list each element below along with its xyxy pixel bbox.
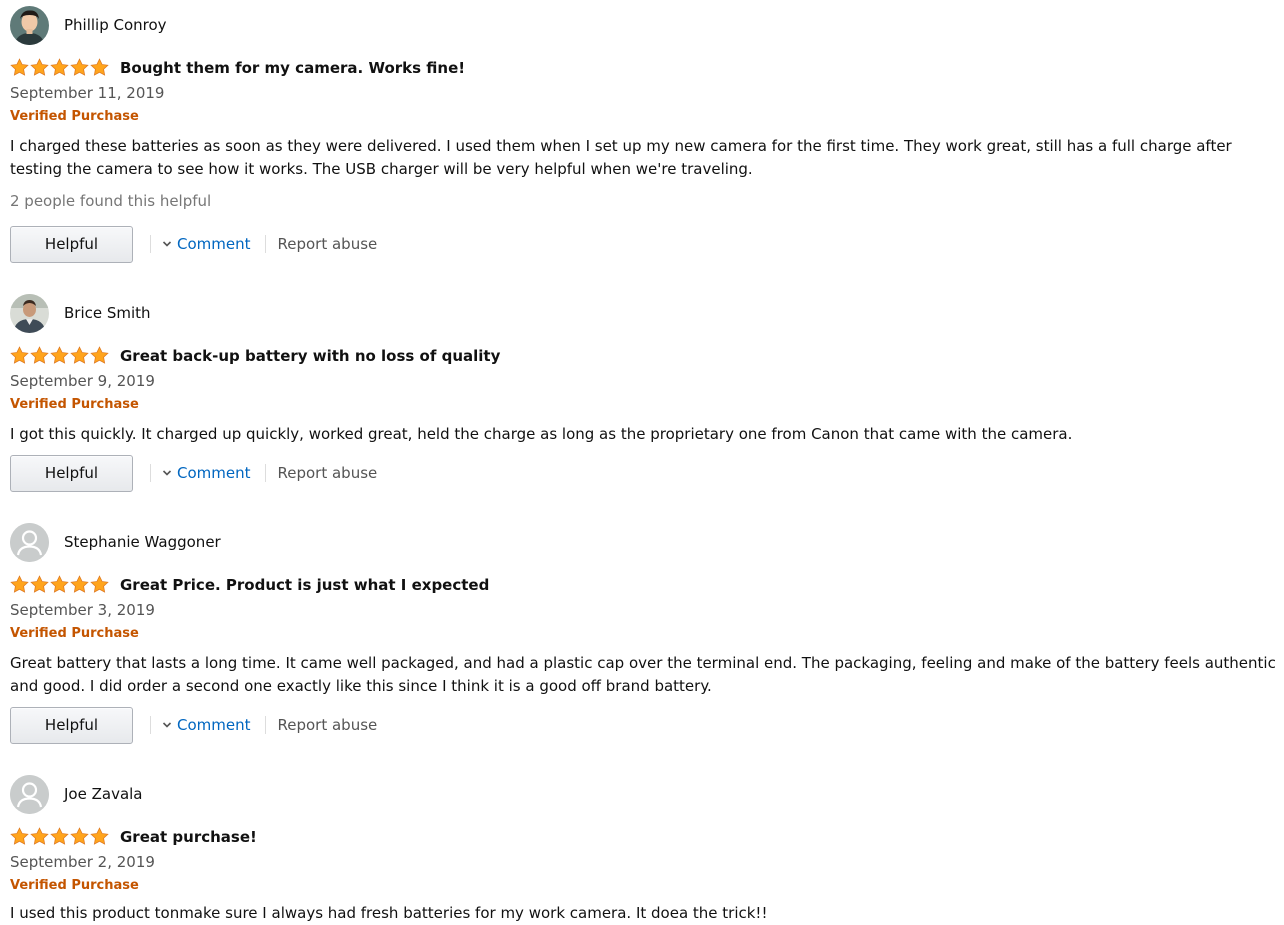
star-icon [90,58,109,76]
star-rating[interactable] [10,58,109,78]
star-icon [30,346,49,364]
report-abuse-link[interactable]: Report abuse [278,716,378,734]
comment-link[interactable]: Comment [162,464,251,482]
star-rating[interactable] [10,346,109,366]
star-icon [70,346,89,364]
chevron-down-icon [162,722,172,728]
profile[interactable]: Phillip Conroy [10,5,167,45]
avatar[interactable] [10,293,49,333]
review-title[interactable]: Great purchase! [120,828,257,846]
comment-link[interactable]: Comment [162,235,251,253]
comment-link[interactable]: Comment [162,716,251,734]
helpful-count: 2 people found this helpful [10,192,212,210]
review-actions: Helpful Comment Report abuse [10,453,377,493]
user-photo-icon [10,293,49,333]
star-icon [70,58,89,76]
helpful-button[interactable]: Helpful [10,225,133,263]
divider [150,235,151,253]
profile-name[interactable]: Brice Smith [64,304,151,322]
star-icon [70,575,89,593]
verified-purchase-badge[interactable]: Verified Purchase [10,626,139,641]
helpful-button[interactable]: Helpful [10,706,133,744]
review-actions: Helpful Comment Report abuse [10,224,377,264]
review-body: I got this quickly. It charged up quickl… [10,425,1073,443]
review-title-row: Bought them for my camera. Works fine! [10,57,465,79]
comment-label: Comment [177,235,251,253]
review-date: September 11, 2019 [10,84,165,102]
divider [150,716,151,734]
star-icon [90,346,109,364]
review-body: Great battery that lasts a long time. It… [10,654,1276,695]
divider [150,464,151,482]
profile[interactable]: Brice Smith [10,293,151,333]
avatar[interactable] [10,5,49,45]
star-rating[interactable] [10,575,109,595]
comment-label: Comment [177,716,251,734]
review-title[interactable]: Bought them for my camera. Works fine! [120,59,465,77]
star-rating[interactable] [10,827,109,847]
star-icon [70,827,89,845]
avatar[interactable] [10,522,49,562]
verified-purchase-badge[interactable]: Verified Purchase [10,878,139,893]
review-actions: Helpful Comment Report abuse [10,705,377,745]
chevron-down-icon [162,241,172,247]
verified-purchase-badge[interactable]: Verified Purchase [10,397,139,412]
profile-name[interactable]: Joe Zavala [64,785,143,803]
star-icon [50,827,69,845]
divider [264,716,266,734]
avatar[interactable] [10,774,49,814]
profile[interactable]: Stephanie Waggoner [10,522,221,562]
star-icon [90,575,109,593]
review-body: I charged these batteries as soon as the… [10,137,1232,178]
star-icon [50,58,69,76]
profile-name[interactable]: Stephanie Waggoner [64,533,221,551]
review-title-row: Great back-up battery with no loss of qu… [10,345,500,367]
star-icon [10,346,29,364]
star-icon [10,575,29,593]
profile-name[interactable]: Phillip Conroy [64,16,167,34]
comment-label: Comment [177,464,251,482]
review-body: I used this product tonmake sure I alway… [10,904,768,922]
helpful-button[interactable]: Helpful [10,454,133,492]
star-icon [30,827,49,845]
review-title[interactable]: Great Price. Product is just what I expe… [120,576,489,594]
review-date: September 9, 2019 [10,372,155,390]
profile[interactable]: Joe Zavala [10,774,143,814]
star-icon [10,58,29,76]
verified-purchase-badge[interactable]: Verified Purchase [10,109,139,124]
star-icon [50,575,69,593]
star-icon [10,827,29,845]
divider [264,464,266,482]
star-icon [30,58,49,76]
review-title-row: Great Price. Product is just what I expe… [10,574,489,596]
star-icon [50,346,69,364]
report-abuse-link[interactable]: Report abuse [278,235,378,253]
report-abuse-link[interactable]: Report abuse [278,464,378,482]
chevron-down-icon [162,470,172,476]
review-date: September 3, 2019 [10,601,155,619]
person-icon [10,522,49,562]
review-title[interactable]: Great back-up battery with no loss of qu… [120,347,500,365]
star-icon [30,575,49,593]
person-icon [10,774,49,814]
divider [264,235,266,253]
user-photo-icon [10,5,49,45]
star-icon [90,827,109,845]
review-date: September 2, 2019 [10,853,155,871]
review-title-row: Great purchase! [10,826,257,848]
